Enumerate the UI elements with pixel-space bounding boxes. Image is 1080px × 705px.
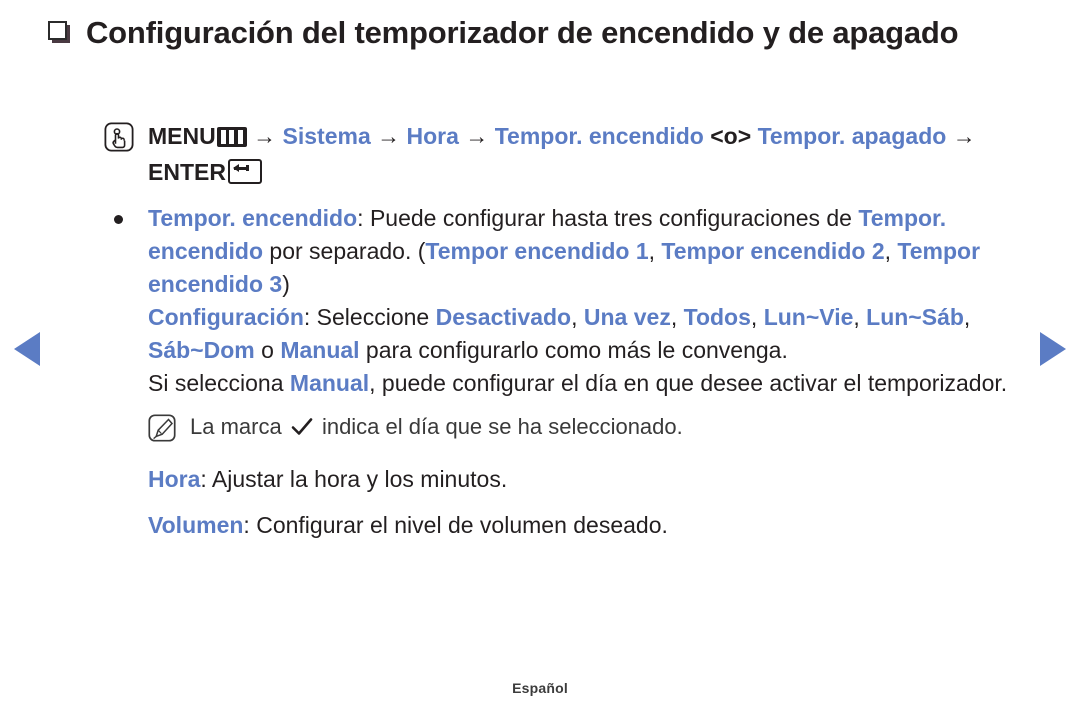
path-arrow-2: → <box>377 123 401 149</box>
page-title-text: Configuración del temporizador de encend… <box>86 15 959 50</box>
manual-text-b: , puede configurar el día en que desee a… <box>369 370 1008 396</box>
bullet-text-a: Puede configurar hasta tres configuracio… <box>369 205 859 231</box>
config-colon: : <box>303 304 317 330</box>
path-arrow-3: → <box>465 123 489 149</box>
bullet-sep-1: , <box>648 238 662 264</box>
manual-note-paragraph: Si selecciona Manual, puede configurar e… <box>104 367 1044 400</box>
page-title: Configuración del temporizador de encend… <box>48 12 1010 55</box>
note-text-b: indica el día que se ha seleccionado. <box>315 414 683 439</box>
hora-text: Ajustar la hora y los minutos. <box>211 466 508 492</box>
content-body: MENU → Sistema → Hora → Tempor. encendid… <box>104 118 1044 542</box>
option-tempor-encendido-1: Tempor encendido 1 <box>425 238 649 264</box>
checkmark-icon <box>291 415 313 435</box>
config-option-sab-dom: Sáb~Dom <box>148 337 255 363</box>
hora-colon: : <box>200 466 212 492</box>
enter-label: ENTER <box>148 159 226 185</box>
manual-text-a: Si selecciona <box>148 370 290 396</box>
enter-key-icon <box>227 159 262 184</box>
config-tail: para configurarlo como más le convenga. <box>359 337 788 363</box>
footer-language: Español <box>512 680 568 696</box>
note-pencil-icon <box>148 414 176 450</box>
menu-path: MENU → Sistema → Hora → Tempor. encendid… <box>104 118 1044 190</box>
menu-step-hora[interactable]: Hora <box>407 123 459 149</box>
menu-step-sistema[interactable]: Sistema <box>283 123 371 149</box>
bullet-colon: : <box>357 205 370 231</box>
volumen-text: Configurar el nivel de volumen deseado. <box>256 512 668 538</box>
note-row: La marca indica el día que se ha selecci… <box>104 412 1044 450</box>
note-text: La marca indica el día que se ha selecci… <box>190 412 683 442</box>
menu-bars-icon <box>216 127 247 147</box>
config-option-manual: Manual <box>280 337 360 363</box>
term-configuracion: Configuración <box>148 304 304 330</box>
hora-line: Hora: Ajustar la hora y los minutos. <box>104 462 1044 496</box>
term-hora: Hora <box>148 466 201 492</box>
config-option-desactivado: Desactivado <box>435 304 572 330</box>
bullet-dot-icon <box>114 215 123 224</box>
config-option-lun-vie: Lun~Vie <box>763 304 854 330</box>
menu-step-tempor-apagado-part1[interactable]: Tempor. <box>758 123 846 149</box>
path-arrow-4: → <box>952 123 976 149</box>
bullet-close-paren: ) <box>282 271 290 297</box>
config-or-word: o <box>254 337 281 363</box>
option-tempor-encendido-2: Tempor encendido 2 <box>661 238 885 264</box>
config-option-todos: Todos <box>683 304 751 330</box>
volumen-line: Volumen: Configurar el nivel de volumen … <box>104 508 1044 542</box>
term-tempor-encendido: Tempor. encendido <box>148 205 358 231</box>
square-bullet-icon <box>48 21 70 43</box>
configuracion-paragraph: Configuración: Seleccione Desactivado, U… <box>148 304 971 363</box>
config-lead: Seleccione <box>316 304 436 330</box>
menu-step-tempor-apagado-part2[interactable]: apagado <box>852 123 947 149</box>
menu-step-separator: <o> <box>710 123 752 149</box>
path-arrow-1: → <box>253 123 277 149</box>
config-option-una-vez: Una vez <box>583 304 671 330</box>
prev-page-arrow-icon[interactable] <box>14 332 40 366</box>
config-option-lun-sab: Lun~Sáb <box>866 304 964 330</box>
menu-step-tempor-encendido[interactable]: Tempor. encendido <box>495 123 704 149</box>
menu-label: MENU <box>148 123 216 149</box>
note-text-a: La marca <box>190 414 288 439</box>
manual-page: Configuración del temporizador de encend… <box>0 0 1080 705</box>
hand-press-icon <box>104 122 134 162</box>
volumen-colon: : <box>243 512 257 538</box>
manual-term: Manual <box>289 370 370 396</box>
bullet-sep-2: , <box>884 238 898 264</box>
bullet-text-b: por separado. ( <box>263 238 426 264</box>
term-volumen: Volumen <box>148 512 244 538</box>
bullet-paragraph: Tempor. encendido: Puede configurar hast… <box>104 202 1044 301</box>
